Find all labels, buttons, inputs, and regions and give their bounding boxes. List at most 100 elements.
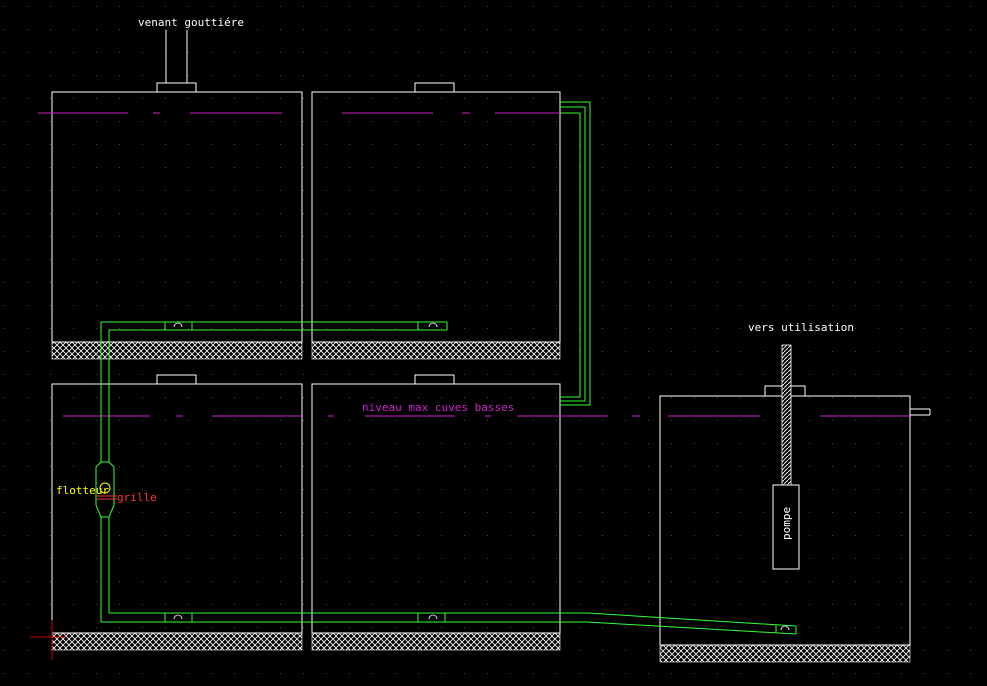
- grid-dot: [257, 397, 258, 398]
- grid-dot: [740, 604, 741, 605]
- grid-dot: [487, 282, 488, 283]
- grid-dot: [901, 328, 902, 329]
- grid-dot: [832, 98, 833, 99]
- grid-dot: [73, 144, 74, 145]
- grid-dot: [4, 190, 5, 191]
- pipe-fitting-icon: [428, 322, 438, 328]
- grid-dot: [510, 305, 511, 306]
- grid-dot: [257, 259, 258, 260]
- grid-dot: [188, 397, 189, 398]
- grid-dot: [27, 397, 28, 398]
- grid-dot: [464, 98, 465, 99]
- grid-dot: [464, 282, 465, 283]
- grid-dot: [27, 75, 28, 76]
- grid-dot: [303, 282, 304, 283]
- grid-dot: [809, 190, 810, 191]
- grid-dot: [326, 374, 327, 375]
- grid-dot: [96, 236, 97, 237]
- grid-dot: [349, 213, 350, 214]
- grid-dot: [763, 75, 764, 76]
- grid-dot: [602, 190, 603, 191]
- grid-dot: [809, 305, 810, 306]
- grid-dot: [303, 466, 304, 467]
- grid-dot: [372, 305, 373, 306]
- grid-dot: [257, 512, 258, 513]
- grid-dot: [349, 167, 350, 168]
- grid-dot: [211, 673, 212, 674]
- grid-dot: [786, 282, 787, 283]
- grid-dot: [786, 627, 787, 628]
- grid-dot: [786, 144, 787, 145]
- grid-dot: [349, 466, 350, 467]
- grid-dot: [280, 489, 281, 490]
- grid-dot: [947, 236, 948, 237]
- grid-dot: [556, 98, 557, 99]
- grid-dot: [4, 144, 5, 145]
- grid-dot: [487, 443, 488, 444]
- grid-dot: [96, 420, 97, 421]
- grid-dot: [142, 673, 143, 674]
- grid-dot: [786, 29, 787, 30]
- grid-dot: [27, 604, 28, 605]
- grid-dot: [280, 627, 281, 628]
- grid-dot: [96, 512, 97, 513]
- grid-dot: [142, 213, 143, 214]
- grid-dot: [280, 466, 281, 467]
- grid-dot: [464, 466, 465, 467]
- grid-dot: [27, 351, 28, 352]
- grid-dot: [395, 213, 396, 214]
- grid-dot: [855, 581, 856, 582]
- grid-dot: [970, 673, 971, 674]
- grid-dot: [418, 213, 419, 214]
- grid-dot: [119, 443, 120, 444]
- grid-dot: [855, 282, 856, 283]
- grid-dot: [671, 466, 672, 467]
- grid-dot: [464, 581, 465, 582]
- grid-dot: [487, 512, 488, 513]
- grid-dot: [119, 673, 120, 674]
- grid-dot: [786, 75, 787, 76]
- grid-dot: [602, 144, 603, 145]
- tank-lower-left: [51, 383, 303, 634]
- grid-dot: [901, 121, 902, 122]
- grid-dot: [372, 535, 373, 536]
- grid-dot: [372, 466, 373, 467]
- grid-dot: [257, 29, 258, 30]
- grid-dot: [533, 75, 534, 76]
- grid-dot: [303, 650, 304, 651]
- grid-dot: [326, 328, 327, 329]
- grid-dot: [96, 52, 97, 53]
- grid-dot: [303, 627, 304, 628]
- grid-dot: [763, 604, 764, 605]
- grid-dot: [878, 627, 879, 628]
- pump-rod: [781, 344, 792, 486]
- grid-dot: [303, 558, 304, 559]
- grid-dot: [234, 52, 235, 53]
- grid-dot: [142, 535, 143, 536]
- grid-dot: [740, 259, 741, 260]
- grid-dot: [763, 512, 764, 513]
- grid-dot: [648, 397, 649, 398]
- grid-dot: [809, 604, 810, 605]
- grid-dot: [395, 397, 396, 398]
- grid-dot: [119, 397, 120, 398]
- grid-dot: [832, 420, 833, 421]
- grid-dot: [303, 420, 304, 421]
- grid-dot: [763, 167, 764, 168]
- grid-dot: [579, 512, 580, 513]
- grid-dot: [970, 305, 971, 306]
- grid-dot: [556, 397, 557, 398]
- grid-dot: [510, 535, 511, 536]
- grid-dot: [855, 374, 856, 375]
- grid-dot: [648, 374, 649, 375]
- grid-dot: [809, 627, 810, 628]
- grid-dot: [142, 144, 143, 145]
- grid-dot: [418, 282, 419, 283]
- grid-dot: [418, 29, 419, 30]
- grid-dot: [395, 144, 396, 145]
- grid-dot: [832, 558, 833, 559]
- grid-dot: [441, 443, 442, 444]
- grid-dot: [441, 512, 442, 513]
- grid-dot: [165, 282, 166, 283]
- grid-dot: [96, 558, 97, 559]
